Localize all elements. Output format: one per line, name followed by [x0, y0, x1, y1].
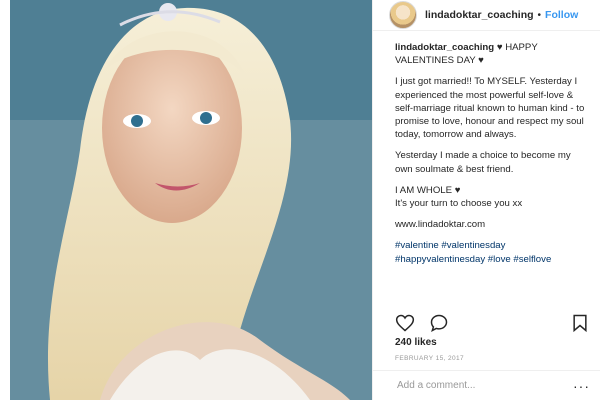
- follow-button[interactable]: Follow: [545, 9, 578, 21]
- caption-line-4: It's your turn to choose you xx: [395, 198, 523, 210]
- header-username[interactable]: lindadoktar_coaching: [425, 9, 534, 21]
- bookmark-icon[interactable]: [570, 313, 590, 333]
- post-caption: lindadoktar_coaching ♥ HAPPY VALENTINES …: [373, 31, 600, 289]
- caption-line-5: www.lindadoktar.com: [395, 219, 486, 231]
- caption-line-2: Yesterday I made a choice to become my o…: [395, 150, 571, 175]
- caption-hashtags[interactable]: #valentine #valentinesday #happyvalentin…: [395, 239, 588, 265]
- avatar[interactable]: [389, 1, 417, 29]
- caption-line-3: I AM WHOLE ♥: [395, 184, 461, 196]
- caption-line-1: I just got married!! To MYSELF. Yesterda…: [395, 76, 585, 141]
- selfie-image: [10, 0, 372, 400]
- comment-input[interactable]: [395, 379, 573, 392]
- heart-icon[interactable]: [395, 313, 415, 333]
- more-options-icon[interactable]: ···: [573, 378, 590, 394]
- comment-icon[interactable]: [429, 313, 449, 333]
- likes-count[interactable]: 240 likes: [395, 337, 437, 348]
- caption-first-line: lindadoktar_coaching ♥ HAPPY VALENTINES …: [395, 41, 588, 67]
- post-header: lindadoktar_coaching • Follow: [373, 0, 600, 31]
- comment-bar: ···: [373, 370, 600, 400]
- post-actions: [395, 311, 590, 335]
- post-photo[interactable]: [10, 0, 372, 400]
- instagram-post: lindadoktar_coaching • Follow lindadokta…: [10, 0, 600, 400]
- caption-username[interactable]: lindadoktar_coaching: [395, 42, 494, 53]
- header-separator: •: [537, 9, 542, 21]
- post-date: FEBRUARY 15, 2017: [395, 355, 465, 362]
- post-sidebar: lindadoktar_coaching • Follow lindadokta…: [372, 0, 600, 400]
